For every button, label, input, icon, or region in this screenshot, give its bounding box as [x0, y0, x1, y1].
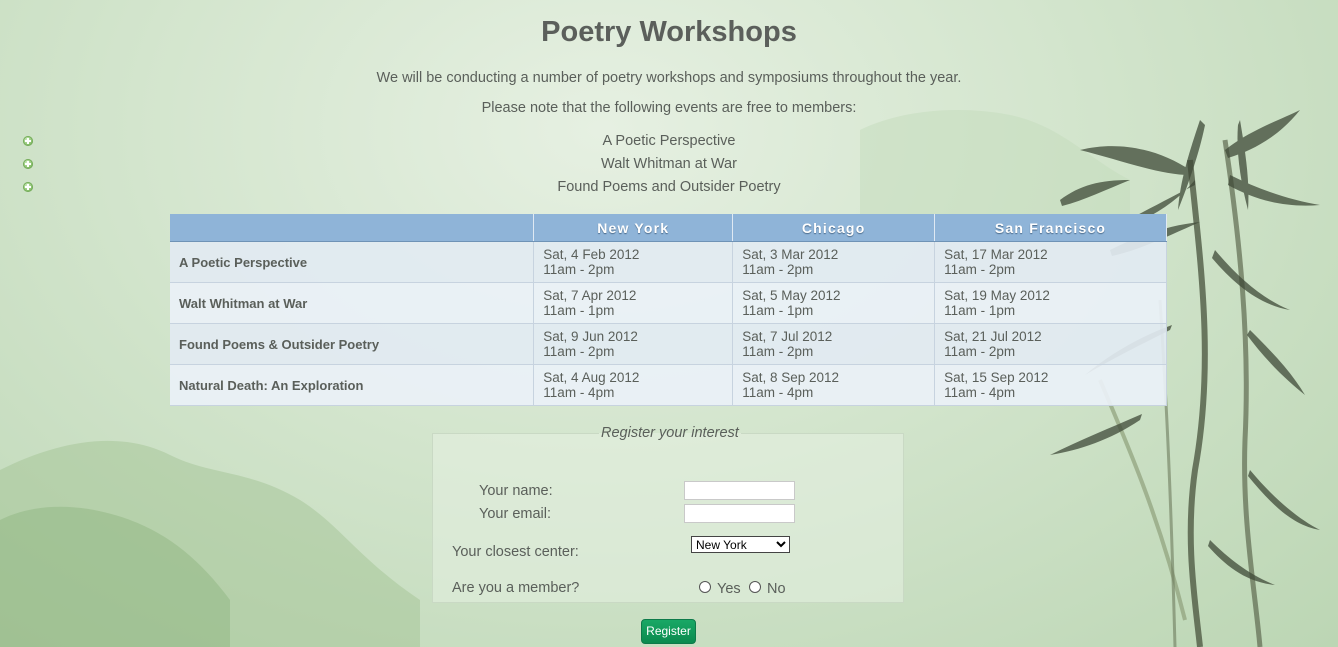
date: Sat, 3 Mar 2012 [742, 246, 839, 262]
green-plus-bullet-icon [23, 182, 33, 192]
date-cell: Sat, 5 May 2012 11am - 1pm [732, 282, 936, 324]
time: 11am - 2pm [944, 262, 1016, 277]
date-cell: Sat, 4 Aug 2012 11am - 4pm [533, 364, 734, 406]
table-row: Natural Death: An Exploration Sat, 4 Aug… [170, 364, 1167, 406]
workshop-name: Found Poems & Outsider Poetry [170, 323, 535, 365]
registration-form: Register your interest Your name: Your e… [432, 425, 904, 603]
date-cell: Sat, 15 Sep 2012 11am - 4pm [934, 364, 1167, 406]
time: 11am - 1pm [944, 303, 1016, 318]
email-label: Your email: [479, 506, 552, 522]
time: 11am - 2pm [543, 344, 615, 359]
date-cell: Sat, 4 Feb 2012 11am - 2pm [533, 241, 734, 283]
register-button[interactable]: Register [641, 619, 696, 644]
date: Sat, 17 Mar 2012 [944, 246, 1048, 262]
member-no-radio[interactable] [749, 581, 761, 593]
table-row: Found Poems & Outsider Poetry Sat, 9 Jun… [170, 323, 1167, 365]
time: 11am - 4pm [742, 385, 814, 400]
free-events-note: Please note that the following events ar… [481, 100, 857, 116]
date: Sat, 7 Apr 2012 [543, 287, 637, 303]
name-field[interactable] [684, 481, 795, 500]
workshop-name: Walt Whitman at War [170, 282, 535, 324]
name-label: Your name: [479, 483, 553, 499]
green-plus-bullet-icon [23, 136, 33, 146]
list-item: Found Poems and Outsider Poetry [18, 177, 1338, 200]
date: Sat, 8 Sep 2012 [742, 369, 840, 385]
center-select[interactable]: New York [691, 536, 790, 553]
form-legend: Register your interest [601, 425, 739, 441]
time: 11am - 2pm [742, 344, 814, 359]
column-header-new-york: New York [533, 214, 734, 242]
time: 11am - 4pm [543, 385, 615, 400]
time: 11am - 2pm [742, 262, 814, 277]
date-cell: Sat, 19 May 2012 11am - 1pm [934, 282, 1167, 324]
member-yes-label[interactable]: Yes [717, 581, 741, 597]
date: Sat, 15 Sep 2012 [944, 369, 1049, 385]
member-yes-radio[interactable] [699, 581, 711, 593]
date: Sat, 5 May 2012 [742, 287, 841, 303]
date: Sat, 9 Jun 2012 [543, 328, 638, 344]
date: Sat, 19 May 2012 [944, 287, 1050, 303]
date: Sat, 21 Jul 2012 [944, 328, 1042, 344]
date-cell: Sat, 17 Mar 2012 11am - 2pm [934, 241, 1167, 283]
member-no-label[interactable]: No [767, 581, 786, 597]
time: 11am - 2pm [543, 262, 615, 277]
list-item: Walt Whitman at War [18, 154, 1338, 177]
date-cell: Sat, 7 Apr 2012 11am - 1pm [533, 282, 734, 324]
date: Sat, 7 Jul 2012 [742, 328, 833, 344]
list-item: A Poetic Perspective [18, 131, 1338, 154]
page-title: Poetry Workshops [541, 16, 797, 48]
poetry-workshops-page: Poetry Workshops We will be conducting a… [0, 0, 1338, 647]
workshop-name: Natural Death: An Exploration [170, 364, 535, 406]
table-row: Walt Whitman at War Sat, 7 Apr 2012 11am … [170, 282, 1167, 324]
column-header-chicago: Chicago [732, 214, 936, 242]
date: Sat, 4 Feb 2012 [543, 246, 640, 262]
date-cell: Sat, 3 Mar 2012 11am - 2pm [732, 241, 936, 283]
time: 11am - 1pm [742, 303, 814, 318]
time: 11am - 2pm [944, 344, 1016, 359]
time: 11am - 1pm [543, 303, 615, 318]
workshop-name: A Poetic Perspective [170, 241, 535, 283]
free-events-list: A Poetic Perspective Walt Whitman at War… [18, 131, 1338, 200]
time: 11am - 4pm [944, 385, 1016, 400]
member-label: Are you a member? [452, 580, 580, 596]
intro-text: We will be conducting a number of poetry… [376, 70, 962, 86]
date: Sat, 4 Aug 2012 [543, 369, 640, 385]
email-field[interactable] [684, 504, 795, 523]
table-header-row: New York Chicago San Francisco [170, 214, 1167, 242]
date-cell: Sat, 21 Jul 2012 11am - 2pm [934, 323, 1167, 365]
table-row: A Poetic Perspective Sat, 4 Feb 2012 11am… [170, 241, 1167, 283]
workshop-schedule-table: New York Chicago San Francisco A Poetic … [170, 214, 1167, 406]
center-label: Your closest center: [452, 544, 579, 560]
date-cell: Sat, 8 Sep 2012 11am - 4pm [732, 364, 936, 406]
green-plus-bullet-icon [23, 159, 33, 169]
column-header-workshop [170, 214, 535, 242]
date-cell: Sat, 9 Jun 2012 11am - 2pm [533, 323, 734, 365]
column-header-san-francisco: San Francisco [934, 214, 1167, 242]
date-cell: Sat, 7 Jul 2012 11am - 2pm [732, 323, 936, 365]
